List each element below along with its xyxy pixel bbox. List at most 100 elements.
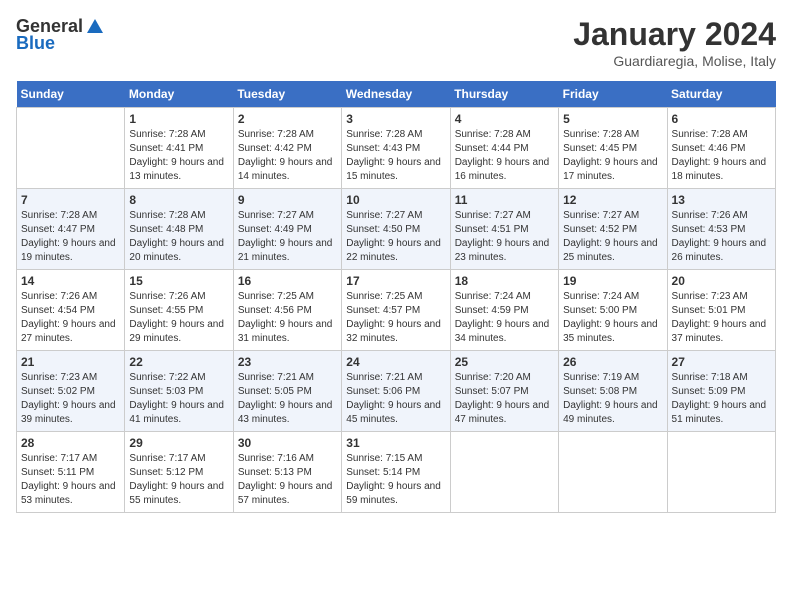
table-row: 20 Sunrise: 7:23 AMSunset: 5:01 PMDayligh… (667, 270, 775, 351)
day-number: 3 (346, 112, 445, 126)
day-number: 8 (129, 193, 228, 207)
day-number: 9 (238, 193, 337, 207)
day-info: Sunrise: 7:26 AMSunset: 4:53 PMDaylight:… (672, 209, 771, 265)
day-number: 17 (346, 274, 445, 288)
col-monday: Monday (125, 81, 233, 108)
table-row: 23 Sunrise: 7:21 AMSunset: 5:05 PMDayligh… (233, 351, 341, 432)
day-number: 16 (238, 274, 337, 288)
table-row (667, 432, 775, 513)
day-number: 12 (563, 193, 662, 207)
table-row: 5 Sunrise: 7:28 AMSunset: 4:45 PMDaylight… (559, 108, 667, 189)
calendar-week-row: 28Sunrise: 7:17 AMSunset: 5:11 PMDayligh… (17, 432, 776, 513)
calendar-week-row: 21 Sunrise: 7:23 AMSunset: 5:02 PMDayligh… (17, 351, 776, 432)
table-row: 6Sunrise: 7:28 AMSunset: 4:46 PMDaylight… (667, 108, 775, 189)
table-row (450, 432, 558, 513)
day-number: 1 (129, 112, 228, 126)
day-info: Sunrise: 7:28 AMSunset: 4:46 PMDaylight:… (672, 128, 771, 184)
day-info: Sunrise: 7:16 AMSunset: 5:13 PMDaylight:… (238, 452, 337, 508)
day-number: 10 (346, 193, 445, 207)
day-number: 21 (21, 355, 120, 369)
table-row: 22 Sunrise: 7:22 AMSunset: 5:03 PMDayligh… (125, 351, 233, 432)
calendar-week-row: 7 Sunrise: 7:28 AMSunset: 4:47 PMDaylight… (17, 189, 776, 270)
day-number: 23 (238, 355, 337, 369)
day-info: Sunrise: 7:19 AMSunset: 5:08 PMDaylight:… (563, 371, 662, 427)
table-row (559, 432, 667, 513)
day-number: 15 (129, 274, 228, 288)
day-info: Sunrise: 7:28 AMSunset: 4:42 PMDaylight:… (238, 128, 337, 184)
day-info: Sunrise: 7:28 AMSunset: 4:48 PMDaylight:… (129, 209, 228, 265)
calendar-week-row: 1 Sunrise: 7:28 AMSunset: 4:41 PMDaylight… (17, 108, 776, 189)
table-row: 7 Sunrise: 7:28 AMSunset: 4:47 PMDaylight… (17, 189, 125, 270)
day-info: Sunrise: 7:24 AMSunset: 5:00 PMDaylight:… (563, 290, 662, 346)
table-row: 3 Sunrise: 7:28 AMSunset: 4:43 PMDaylight… (342, 108, 450, 189)
day-info: Sunrise: 7:27 AMSunset: 4:51 PMDaylight:… (455, 209, 554, 265)
day-number: 26 (563, 355, 662, 369)
col-sunday: Sunday (17, 81, 125, 108)
table-row: 13 Sunrise: 7:26 AMSunset: 4:53 PMDayligh… (667, 189, 775, 270)
day-info: Sunrise: 7:24 AMSunset: 4:59 PMDaylight:… (455, 290, 554, 346)
day-info: Sunrise: 7:28 AMSunset: 4:44 PMDaylight:… (455, 128, 554, 184)
day-number: 31 (346, 436, 445, 450)
table-row: 10 Sunrise: 7:27 AMSunset: 4:50 PMDayligh… (342, 189, 450, 270)
day-number: 11 (455, 193, 554, 207)
day-number: 30 (238, 436, 337, 450)
day-info: Sunrise: 7:17 AMSunset: 5:12 PMDaylight:… (129, 452, 228, 508)
logo-blue-text: Blue (16, 33, 55, 54)
day-info: Sunrise: 7:28 AMSunset: 4:43 PMDaylight:… (346, 128, 445, 184)
day-info: Sunrise: 7:20 AMSunset: 5:07 PMDaylight:… (455, 371, 554, 427)
table-row: 28Sunrise: 7:17 AMSunset: 5:11 PMDayligh… (17, 432, 125, 513)
day-info: Sunrise: 7:27 AMSunset: 4:49 PMDaylight:… (238, 209, 337, 265)
day-number: 28 (21, 436, 120, 450)
day-info: Sunrise: 7:28 AMSunset: 4:45 PMDaylight:… (563, 128, 662, 184)
day-info: Sunrise: 7:28 AMSunset: 4:41 PMDaylight:… (129, 128, 228, 184)
table-row: 27Sunrise: 7:18 AMSunset: 5:09 PMDayligh… (667, 351, 775, 432)
day-number: 25 (455, 355, 554, 369)
day-info: Sunrise: 7:21 AMSunset: 5:05 PMDaylight:… (238, 371, 337, 427)
calendar-header-row: Sunday Monday Tuesday Wednesday Thursday… (17, 81, 776, 108)
logo-icon (85, 17, 105, 37)
day-number: 19 (563, 274, 662, 288)
col-tuesday: Tuesday (233, 81, 341, 108)
table-row: 2Sunrise: 7:28 AMSunset: 4:42 PMDaylight… (233, 108, 341, 189)
col-friday: Friday (559, 81, 667, 108)
day-info: Sunrise: 7:25 AMSunset: 4:56 PMDaylight:… (238, 290, 337, 346)
title-block: January 2024 Guardiaregia, Molise, Italy (573, 16, 776, 69)
day-number: 4 (455, 112, 554, 126)
day-number: 7 (21, 193, 120, 207)
table-row (17, 108, 125, 189)
table-row: 14 Sunrise: 7:26 AMSunset: 4:54 PMDayligh… (17, 270, 125, 351)
col-thursday: Thursday (450, 81, 558, 108)
day-info: Sunrise: 7:26 AMSunset: 4:54 PMDaylight:… (21, 290, 120, 346)
day-info: Sunrise: 7:26 AMSunset: 4:55 PMDaylight:… (129, 290, 228, 346)
table-row: 11 Sunrise: 7:27 AMSunset: 4:51 PMDayligh… (450, 189, 558, 270)
col-saturday: Saturday (667, 81, 775, 108)
table-row: 19 Sunrise: 7:24 AMSunset: 5:00 PMDayligh… (559, 270, 667, 351)
day-number: 5 (563, 112, 662, 126)
day-info: Sunrise: 7:23 AMSunset: 5:01 PMDaylight:… (672, 290, 771, 346)
day-number: 14 (21, 274, 120, 288)
day-info: Sunrise: 7:22 AMSunset: 5:03 PMDaylight:… (129, 371, 228, 427)
day-number: 20 (672, 274, 771, 288)
day-info: Sunrise: 7:27 AMSunset: 4:50 PMDaylight:… (346, 209, 445, 265)
day-number: 27 (672, 355, 771, 369)
calendar-subtitle: Guardiaregia, Molise, Italy (573, 53, 776, 69)
page-header: General Blue January 2024 Guardiaregia, … (16, 16, 776, 69)
day-info: Sunrise: 7:23 AMSunset: 5:02 PMDaylight:… (21, 371, 120, 427)
day-info: Sunrise: 7:28 AMSunset: 4:47 PMDaylight:… (21, 209, 120, 265)
logo: General Blue (16, 16, 105, 54)
calendar-week-row: 14 Sunrise: 7:26 AMSunset: 4:54 PMDayligh… (17, 270, 776, 351)
day-number: 18 (455, 274, 554, 288)
table-row: 18 Sunrise: 7:24 AMSunset: 4:59 PMDayligh… (450, 270, 558, 351)
day-number: 22 (129, 355, 228, 369)
table-row: 16 Sunrise: 7:25 AMSunset: 4:56 PMDayligh… (233, 270, 341, 351)
day-info: Sunrise: 7:25 AMSunset: 4:57 PMDaylight:… (346, 290, 445, 346)
table-row: 15 Sunrise: 7:26 AMSunset: 4:55 PMDayligh… (125, 270, 233, 351)
table-row: 21 Sunrise: 7:23 AMSunset: 5:02 PMDayligh… (17, 351, 125, 432)
calendar-title: January 2024 (573, 16, 776, 53)
table-row: 30 Sunrise: 7:16 AMSunset: 5:13 PMDayligh… (233, 432, 341, 513)
calendar-table: Sunday Monday Tuesday Wednesday Thursday… (16, 81, 776, 513)
day-number: 13 (672, 193, 771, 207)
table-row: 4 Sunrise: 7:28 AMSunset: 4:44 PMDaylight… (450, 108, 558, 189)
table-row: 17 Sunrise: 7:25 AMSunset: 4:57 PMDayligh… (342, 270, 450, 351)
day-info: Sunrise: 7:27 AMSunset: 4:52 PMDaylight:… (563, 209, 662, 265)
